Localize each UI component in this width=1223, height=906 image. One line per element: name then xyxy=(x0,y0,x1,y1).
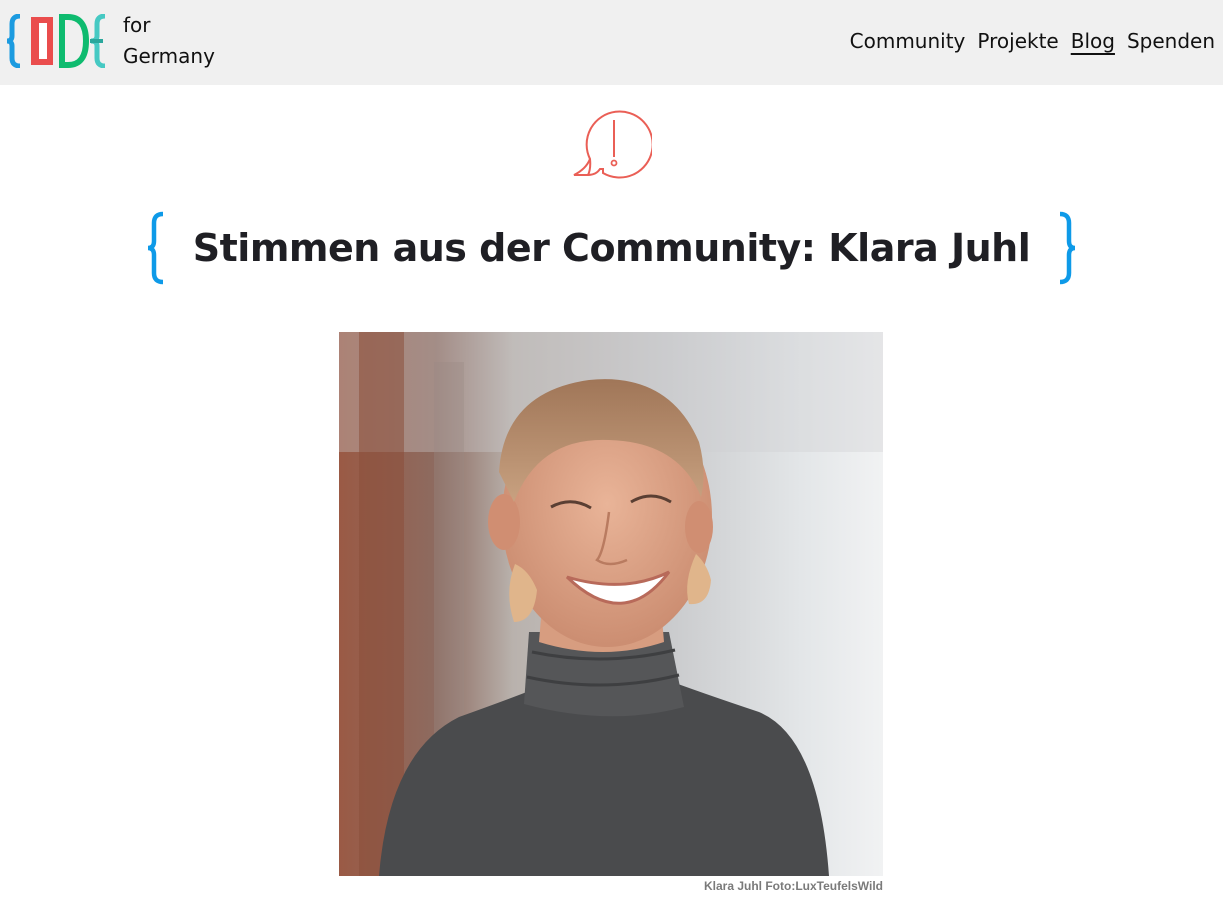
speech-bubble-exclamation-icon xyxy=(570,107,654,179)
logo-text-germany: Germany xyxy=(123,44,215,68)
logo-text-for: for xyxy=(123,13,151,37)
portrait-image xyxy=(339,332,883,876)
logo-mark-icon xyxy=(6,13,106,69)
code-for-germany-logo[interactable] xyxy=(6,13,110,69)
nav-blog[interactable]: Blog xyxy=(1071,27,1115,55)
site-header: for Germany Community Projekte Blog Spen… xyxy=(0,0,1223,85)
portrait-photo xyxy=(339,332,883,876)
nav-spenden[interactable]: Spenden xyxy=(1127,27,1215,55)
nav-community[interactable]: Community xyxy=(850,27,966,55)
logo-wordmark[interactable]: for Germany xyxy=(123,10,215,72)
article-title-block: Stimmen aus der Community: Klara Juhl xyxy=(0,206,1223,290)
photo-caption: Klara Juhl Foto:LuxTeufelsWild xyxy=(703,879,883,893)
right-brace-icon xyxy=(1060,211,1076,285)
page-title: Stimmen aus der Community: Klara Juhl xyxy=(192,226,1031,270)
left-brace-icon xyxy=(147,211,163,285)
nav-projekte[interactable]: Projekte xyxy=(977,27,1058,55)
main-nav: Community Projekte Blog Spenden xyxy=(850,27,1215,55)
